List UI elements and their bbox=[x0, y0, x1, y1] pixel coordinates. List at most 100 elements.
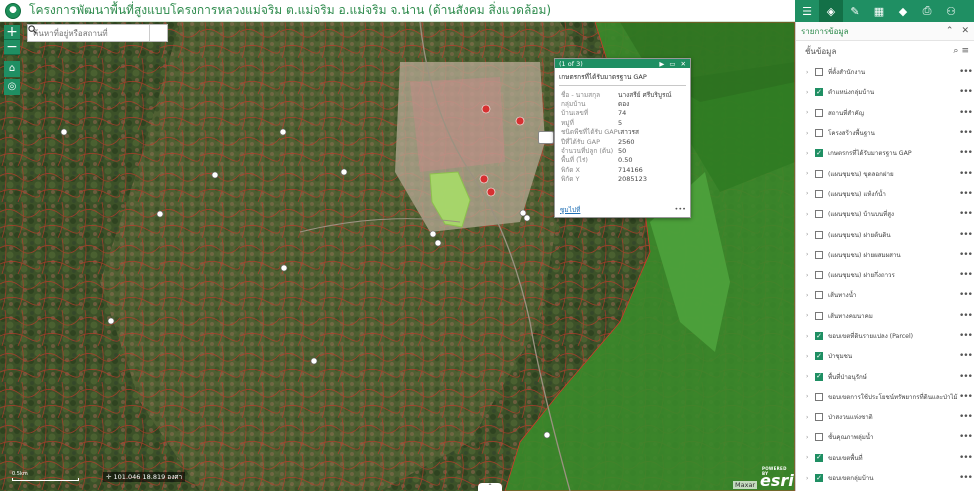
expand-chevron-icon[interactable]: › bbox=[806, 434, 811, 441]
layer-item[interactable]: › (แผนชุมชน) แท้งก์น้ำ ••• bbox=[796, 184, 974, 204]
layer-options-button[interactable]: ••• bbox=[959, 230, 974, 240]
expand-chevron-icon[interactable]: › bbox=[806, 130, 811, 137]
legend-tool-button[interactable]: ☰ bbox=[795, 0, 819, 22]
layer-checkbox[interactable] bbox=[815, 210, 823, 219]
layer-item[interactable]: › ชั้นคุณภาพลุ่มน้ำ ••• bbox=[796, 427, 974, 447]
search-button[interactable] bbox=[28, 25, 167, 41]
layer-checkbox[interactable]: ✓ bbox=[815, 372, 823, 381]
search-layers-icon[interactable]: ⌕ bbox=[953, 46, 958, 56]
layer-item[interactable]: › ✓ ขอบเขตที่ดินรายแปลง (Parcel) ••• bbox=[796, 326, 974, 346]
layer-checkbox[interactable] bbox=[815, 433, 823, 442]
draw-tool-button[interactable]: ✎ bbox=[843, 0, 867, 22]
layer-options-button[interactable]: ••• bbox=[959, 108, 974, 118]
layer-options-button[interactable]: ••• bbox=[959, 453, 974, 463]
layer-checkbox[interactable] bbox=[815, 271, 823, 280]
layer-item[interactable]: › โครงสร้างพื้นฐาน ••• bbox=[796, 123, 974, 143]
layer-options-button[interactable]: ••• bbox=[959, 67, 974, 77]
expand-chevron-icon[interactable]: › bbox=[806, 89, 811, 96]
layer-item[interactable]: › ✓ ตำแหน่งกลุ่มบ้าน ••• bbox=[796, 82, 974, 102]
close-popup-icon[interactable]: ✕ bbox=[681, 60, 686, 68]
expand-chevron-icon[interactable]: › bbox=[806, 475, 811, 482]
zoom-out-button[interactable]: − bbox=[4, 40, 20, 55]
selected-feature-marker[interactable] bbox=[538, 131, 554, 144]
coordinate-readout[interactable]: ✛ 101.046 18.819 องศา bbox=[103, 472, 186, 482]
layer-checkbox[interactable] bbox=[815, 413, 823, 422]
layer-checkbox[interactable]: ✓ bbox=[815, 88, 823, 97]
expand-chevron-icon[interactable]: › bbox=[806, 69, 811, 76]
layer-checkbox[interactable] bbox=[815, 250, 823, 259]
layer-item[interactable]: › (แผนชุมชน) ขุดลอกฝาย ••• bbox=[796, 163, 974, 183]
layer-item[interactable]: › ✓ ขอบเขตกลุ่มบ้าน ••• bbox=[796, 468, 974, 488]
basemap-tool-button[interactable]: ▦ bbox=[867, 0, 891, 22]
print-tool-button[interactable]: ⎙ bbox=[915, 0, 939, 22]
expand-chevron-icon[interactable]: › bbox=[806, 231, 811, 238]
layer-options-button[interactable]: ••• bbox=[959, 473, 974, 483]
layer-checkbox[interactable] bbox=[815, 189, 823, 198]
layer-checkbox[interactable]: ✓ bbox=[815, 453, 823, 462]
layer-checkbox[interactable] bbox=[815, 108, 823, 117]
expand-chevron-icon[interactable]: › bbox=[806, 272, 811, 279]
layer-checkbox[interactable]: ✓ bbox=[815, 149, 823, 158]
layer-item[interactable]: › ที่ตั้งสำนักงาน ••• bbox=[796, 62, 974, 82]
layer-checkbox[interactable] bbox=[815, 230, 823, 239]
home-button[interactable]: ⌂ bbox=[4, 61, 20, 77]
layer-item[interactable]: › ✓ ป่าชุมชน ••• bbox=[796, 346, 974, 366]
expand-chevron-icon[interactable]: › bbox=[806, 211, 811, 218]
expand-chevron-icon[interactable]: › bbox=[806, 373, 811, 380]
layer-options-button[interactable]: ••• bbox=[959, 87, 974, 97]
layer-item[interactable]: › สถานที่สำคัญ ••• bbox=[796, 103, 974, 123]
layer-options-button[interactable]: ••• bbox=[959, 128, 974, 138]
layer-checkbox[interactable] bbox=[815, 129, 823, 138]
layer-item[interactable]: › ✓ ขอบเขตพื้นที่ ••• bbox=[796, 448, 974, 468]
layer-options-button[interactable]: ••• bbox=[959, 148, 974, 158]
bookmark-tool-button[interactable]: ◆ bbox=[891, 0, 915, 22]
layer-item[interactable]: › เส้นทางน้ำ ••• bbox=[796, 285, 974, 305]
layer-options-button[interactable]: ••• bbox=[959, 432, 974, 442]
layer-options-button[interactable]: ••• bbox=[959, 209, 974, 219]
close-panel-icon[interactable]: ✕ bbox=[961, 26, 969, 36]
layer-options-button[interactable]: ••• bbox=[959, 372, 974, 382]
layer-checkbox[interactable]: ✓ bbox=[815, 474, 823, 483]
search-input[interactable] bbox=[28, 25, 150, 41]
layer-options-button[interactable]: ••• bbox=[959, 331, 974, 341]
expand-chevron-icon[interactable]: › bbox=[806, 190, 811, 197]
layer-item[interactable]: › ✓ พื้นที่ป่าอนุรักษ์ ••• bbox=[796, 366, 974, 386]
layer-checkbox[interactable]: ✓ bbox=[815, 332, 823, 340]
layers-tool-button[interactable]: ◈ bbox=[819, 0, 843, 22]
expand-chevron-icon[interactable]: › bbox=[806, 109, 811, 116]
expand-chevron-icon[interactable]: › bbox=[806, 312, 811, 319]
layer-checkbox[interactable] bbox=[815, 68, 823, 77]
layer-item[interactable]: › (แผนชุมชน) ฝายกึ่งถาวร ••• bbox=[796, 265, 974, 285]
dock-popup-icon[interactable]: ▭ bbox=[669, 60, 675, 68]
expand-chevron-icon[interactable]: › bbox=[806, 454, 811, 461]
next-feature-icon[interactable]: ▶ bbox=[659, 60, 664, 68]
expand-chevron-icon[interactable]: › bbox=[806, 251, 811, 258]
layer-options-button[interactable]: ••• bbox=[959, 189, 974, 199]
layer-item[interactable]: › ป่าสงวนแห่งชาติ ••• bbox=[796, 407, 974, 427]
layer-options-button[interactable]: ••• bbox=[959, 392, 974, 402]
layer-options-button[interactable]: ••• bbox=[959, 290, 974, 300]
zoom-to-link[interactable]: ซูมไปที่ bbox=[560, 205, 580, 215]
expand-chevron-icon[interactable]: › bbox=[806, 292, 811, 299]
layer-item[interactable]: › ✓ เกษตรกรที่ได้รับมาตรฐาน GAP ••• bbox=[796, 143, 974, 163]
filter-icon[interactable]: ≡ bbox=[961, 46, 969, 56]
expand-chevron-icon[interactable]: › bbox=[806, 414, 811, 421]
map-view[interactable]: + − ⌂ ◎ (1 of 3) ▶ ▭ ✕ เกษตรกรที่ได้รับม… bbox=[0, 22, 795, 491]
layer-checkbox[interactable] bbox=[815, 311, 823, 320]
layer-options-button[interactable]: ••• bbox=[959, 270, 974, 280]
layer-options-button[interactable]: ••• bbox=[959, 250, 974, 260]
popup-more-button[interactable]: ••• bbox=[674, 205, 686, 215]
layer-checkbox[interactable]: ✓ bbox=[815, 352, 823, 361]
expand-chevron-icon[interactable]: › bbox=[806, 393, 811, 400]
layer-options-button[interactable]: ••• bbox=[959, 351, 974, 361]
expand-chevron-icon[interactable]: › bbox=[806, 333, 811, 340]
layer-options-button[interactable]: ••• bbox=[959, 311, 974, 321]
layer-checkbox[interactable] bbox=[815, 291, 823, 300]
layer-options-button[interactable]: ••• bbox=[959, 169, 974, 179]
locate-button[interactable]: ◎ bbox=[4, 79, 20, 95]
layer-item[interactable]: › (แผนชุมชน) ฝายต้นดิน ••• bbox=[796, 224, 974, 244]
expand-chevron-icon[interactable]: › bbox=[806, 170, 811, 177]
layer-options-button[interactable]: ••• bbox=[959, 412, 974, 422]
about-tool-button[interactable]: ⚇ bbox=[939, 0, 963, 22]
layer-item[interactable]: › (แผนชุมชน) บ้านบนที่สูง ••• bbox=[796, 204, 974, 224]
